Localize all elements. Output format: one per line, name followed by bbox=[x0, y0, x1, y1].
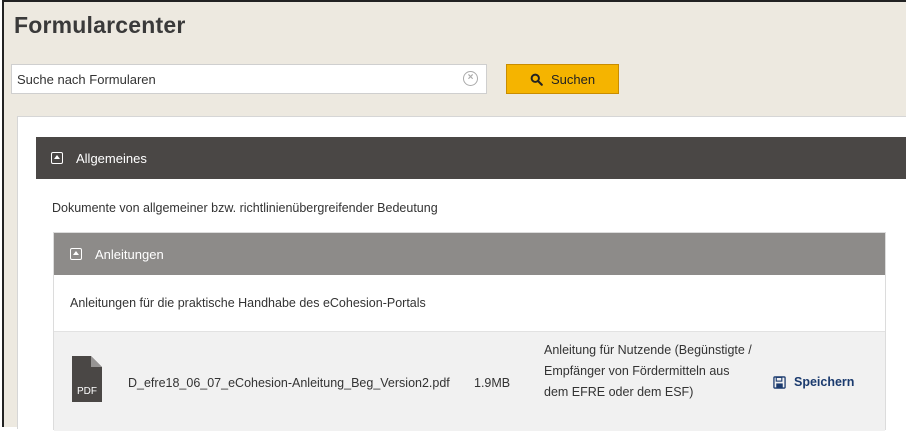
file-row: PDF D_efre18_06_07_eCohesion-Anleitung_B… bbox=[54, 331, 885, 431]
search-button[interactable]: Suchen bbox=[506, 64, 619, 94]
section-header-allgemeines[interactable]: Allgemeines bbox=[36, 137, 906, 179]
subsection-anleitungen: Anleitungen Anleitungen für die praktisc… bbox=[53, 232, 886, 431]
save-icon bbox=[773, 375, 786, 389]
subsection-header-anleitungen[interactable]: Anleitungen bbox=[54, 233, 885, 275]
search-input[interactable]: Suche nach Formularen × bbox=[11, 64, 487, 94]
collapse-icon bbox=[70, 248, 82, 260]
save-label: Speichern bbox=[794, 375, 855, 389]
file-name[interactable]: D_efre18_06_07_eCohesion-Anleitung_Beg_V… bbox=[128, 376, 450, 390]
search-icon bbox=[530, 73, 543, 86]
page-title: Formularcenter bbox=[14, 12, 186, 38]
search-button-label: Suchen bbox=[550, 71, 596, 87]
pdf-file-icon: PDF bbox=[72, 356, 102, 402]
content-area: Allgemeines Dokumente von allgemeiner bz… bbox=[17, 116, 906, 431]
subsection-title: Anleitungen bbox=[95, 246, 164, 262]
save-button[interactable]: Speichern bbox=[773, 375, 854, 389]
clear-icon[interactable]: × bbox=[463, 71, 478, 86]
app-frame: Formularcenter Suche nach Formularen × S… bbox=[2, 0, 906, 431]
section-description: Dokumente von allgemeiner bzw. richtlini… bbox=[52, 201, 438, 215]
search-input-value: Suche nach Formularen bbox=[17, 72, 156, 87]
file-size: 1.9MB bbox=[474, 376, 511, 390]
section-title: Allgemeines bbox=[76, 150, 147, 166]
subsection-description: Anleitungen für die praktische Handhabe … bbox=[70, 296, 426, 310]
collapse-icon bbox=[51, 152, 63, 164]
pdf-icon-label: PDF bbox=[77, 386, 97, 397]
file-description: Anleitung für Nutzende (Begünstigte / Em… bbox=[544, 343, 752, 399]
